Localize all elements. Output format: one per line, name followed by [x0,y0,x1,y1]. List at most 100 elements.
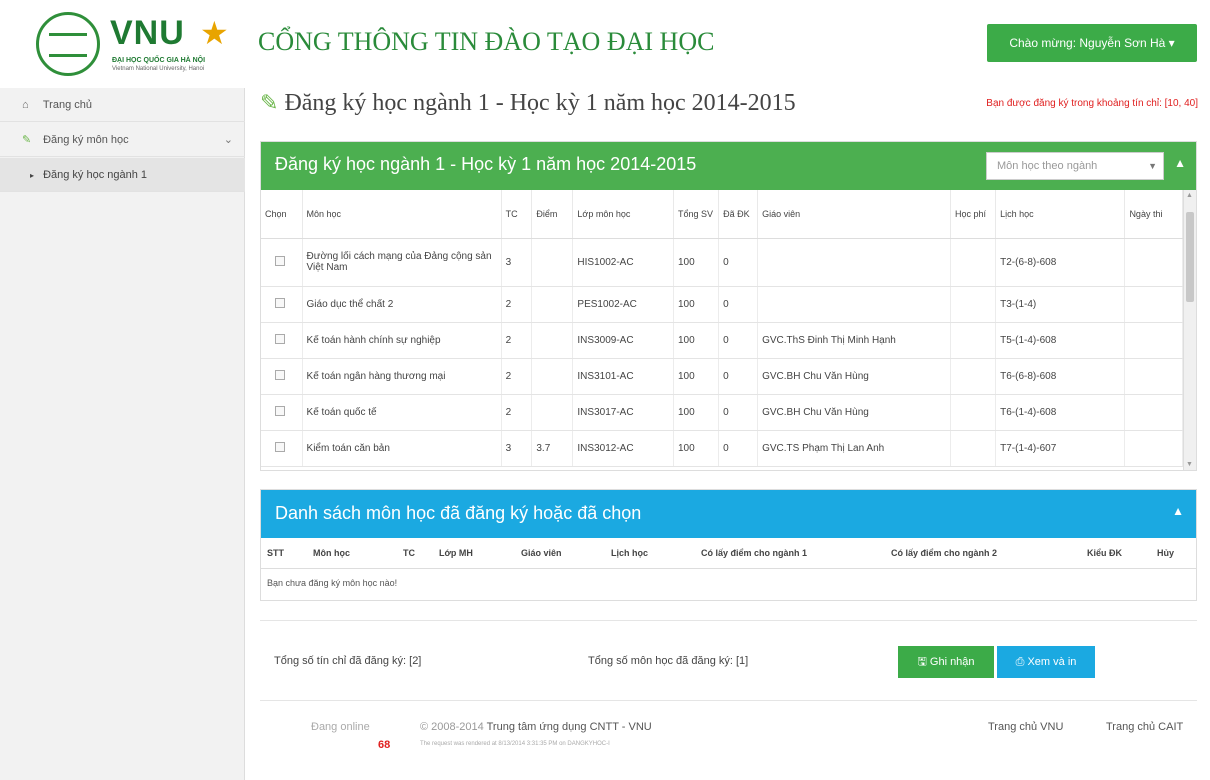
table-cell: Kế toán ngân hàng thương mại [302,358,502,395]
column-header: Có lấy điểm cho ngành 1 [695,538,885,569]
table-cell [757,286,951,323]
select-checkbox[interactable] [275,441,285,452]
table-cell: 100 [673,430,720,467]
table-cell: 100 [673,358,720,395]
table-cell: GVC.ThS Đinh Thị Minh Hạnh [757,322,951,359]
select-cell[interactable] [261,394,303,431]
table-cell [531,358,574,395]
logo-emblem-icon [36,12,100,76]
user-menu-button[interactable]: Chào mừng: Nguyễn Sơn Hà ▾ [987,24,1197,62]
sidebar-item-home[interactable]: ⌂ Trang chủ [0,88,245,122]
table-cell: T6-(6-8)-608 [995,358,1126,395]
table-cell [1124,322,1183,359]
scroll-thumb[interactable] [1186,212,1194,302]
sidebar-item-course-registration[interactable]: ✎ Đăng ký môn học ⌄ [0,123,245,157]
column-header: Lịch học [995,190,1126,239]
dropdown-arrow-icon: ▼ [1148,161,1157,171]
sidebar-item-major1-registration[interactable]: ▸ Đăng ký học ngành 1 [0,158,245,192]
table-cell: T7-(1-4)-607 [995,430,1126,467]
table-cell: Giáo dục thể chất 2 [302,286,502,323]
column-header: Tổng SV [673,190,720,239]
table-cell: T3-(1-4) [995,286,1126,323]
sidebar-item-label: Đăng ký môn học [43,134,129,146]
column-header: Kiểu ĐK [1081,538,1151,569]
select-cell[interactable] [261,286,303,323]
select-checkbox[interactable] [275,333,285,344]
select-cell[interactable] [261,430,303,467]
total-courses: Tổng số môn học đã đăng ký: [1] [588,655,749,667]
collapse-icon[interactable]: ▲ [1172,504,1184,518]
select-cell[interactable] [261,238,303,287]
select-checkbox[interactable] [275,369,285,380]
table-row[interactable]: Giáo dục thể chất 2 2 PES1002-AC 100 0 T3-(1-… [261,286,1183,323]
vnu-logo[interactable]: VNU ★ ĐẠI HỌC QUỐC GIA HÀ NỘI Vietnam Na… [32,10,247,80]
select-checkbox[interactable] [275,255,285,266]
link-vnu-home[interactable]: Trang chủ VNU [988,721,1063,733]
column-header: Lớp MH [433,538,515,569]
table-row[interactable]: Kế toán quốc tế 2 INS3017-AC 100 0 GVC.BH Chu… [261,394,1183,431]
table-cell: Kiểm toán căn bản [302,430,502,467]
site-title: CỔNG THÔNG TIN ĐÀO TẠO ĐẠI HỌC [258,27,715,56]
table-row[interactable]: Kế toán hành chính sự nghiệp 2 INS3009-AC 1… [261,322,1183,359]
table-cell [1124,358,1183,395]
column-header: STT [261,538,307,569]
table-cell: INS3009-AC [572,322,674,359]
table-cell: Đường lối cách mạng của Đảng cộng sản Vi… [302,238,502,287]
select-checkbox[interactable] [275,405,285,416]
column-header: Môn học [302,190,502,239]
column-header: Điểm [531,190,574,239]
copyright: © 2008-2014 Trung tâm ứng dụng CNTT - VN… [420,721,652,733]
panel-title: Danh sách môn học đã đăng ký hoặc đã chọ… [275,503,642,523]
column-header: Có lấy điểm cho ngành 2 [885,538,1081,569]
panel-title: Đăng ký học ngành 1 - Học kỳ 1 năm học 2… [275,154,697,174]
column-header: Giáo viên [757,190,951,239]
table-cell: Kế toán quốc tế [302,394,502,431]
select-cell[interactable] [261,322,303,359]
select-checkbox[interactable] [275,297,285,308]
table-row[interactable]: Kiểm toán căn bản 3 3.7 INS3012-AC 100 0 GVC.T… [261,430,1183,467]
column-header: Lớp môn học [572,190,674,239]
scroll-up-icon[interactable]: ▲ [1186,192,1193,199]
column-header: Chọn [261,190,303,239]
course-filter-select[interactable]: Môn học theo ngành ▼ [986,152,1164,180]
online-label: Đang online [311,721,370,733]
table-cell: 2 [501,322,533,359]
course-table: Chọn Môn học TC Điểm Lớp môn học Tổng SV… [261,190,1183,467]
table-cell: 100 [673,238,720,287]
column-header: Lịch học [605,538,695,569]
table-cell: T2-(6-8)-608 [995,238,1126,287]
render-note: The request was rendered at 8/13/2014 3:… [420,741,610,747]
empty-message: Bạn chưa đăng ký môn học nào! [267,578,398,589]
print-button[interactable]: ⎙ Xem và in [997,646,1095,678]
edit-icon: ✎ [260,90,279,115]
collapse-icon[interactable]: ▲ [1174,156,1186,170]
online-count: 68 [378,739,391,751]
link-cait-home[interactable]: Trang chủ CAIT [1106,721,1183,733]
table-cell: T5-(1-4)-608 [995,322,1126,359]
table-cell: 0 [718,286,759,323]
table-cell [950,238,997,287]
table-cell [950,286,997,323]
table-cell [1124,286,1183,323]
select-cell[interactable] [261,358,303,395]
table-cell [950,394,997,431]
confirm-button[interactable]: 🖫 Ghi nhận [898,646,994,678]
course-list-panel: Đăng ký học ngành 1 - Học kỳ 1 năm học 2… [260,141,1197,471]
selected-courses-panel: Danh sách môn học đã đăng ký hoặc đã chọ… [260,489,1197,601]
table-row[interactable]: Đường lối cách mạng của Đảng cộng sản Vi… [261,238,1183,287]
table-cell [950,322,997,359]
table-cell: INS3101-AC [572,358,674,395]
table-cell: 100 [673,322,720,359]
table-cell: 2 [501,358,533,395]
scroll-down-icon[interactable]: ▼ [1186,461,1193,468]
table-cell: GVC.BH Chu Văn Hùng [757,358,951,395]
table-scrollbar[interactable]: ▲ ▼ [1183,190,1196,470]
panel-header: Danh sách môn học đã đăng ký hoặc đã chọ… [261,490,1196,538]
table-cell: 3 [501,430,533,467]
column-header: Môn học [307,538,397,569]
table-row[interactable]: Kế toán ngân hàng thương mại 2 INS3101-AC 1… [261,358,1183,395]
column-header: Ngày thi [1124,190,1183,239]
table-cell [950,358,997,395]
table-cell [1124,430,1183,467]
table-cell [1124,238,1183,287]
